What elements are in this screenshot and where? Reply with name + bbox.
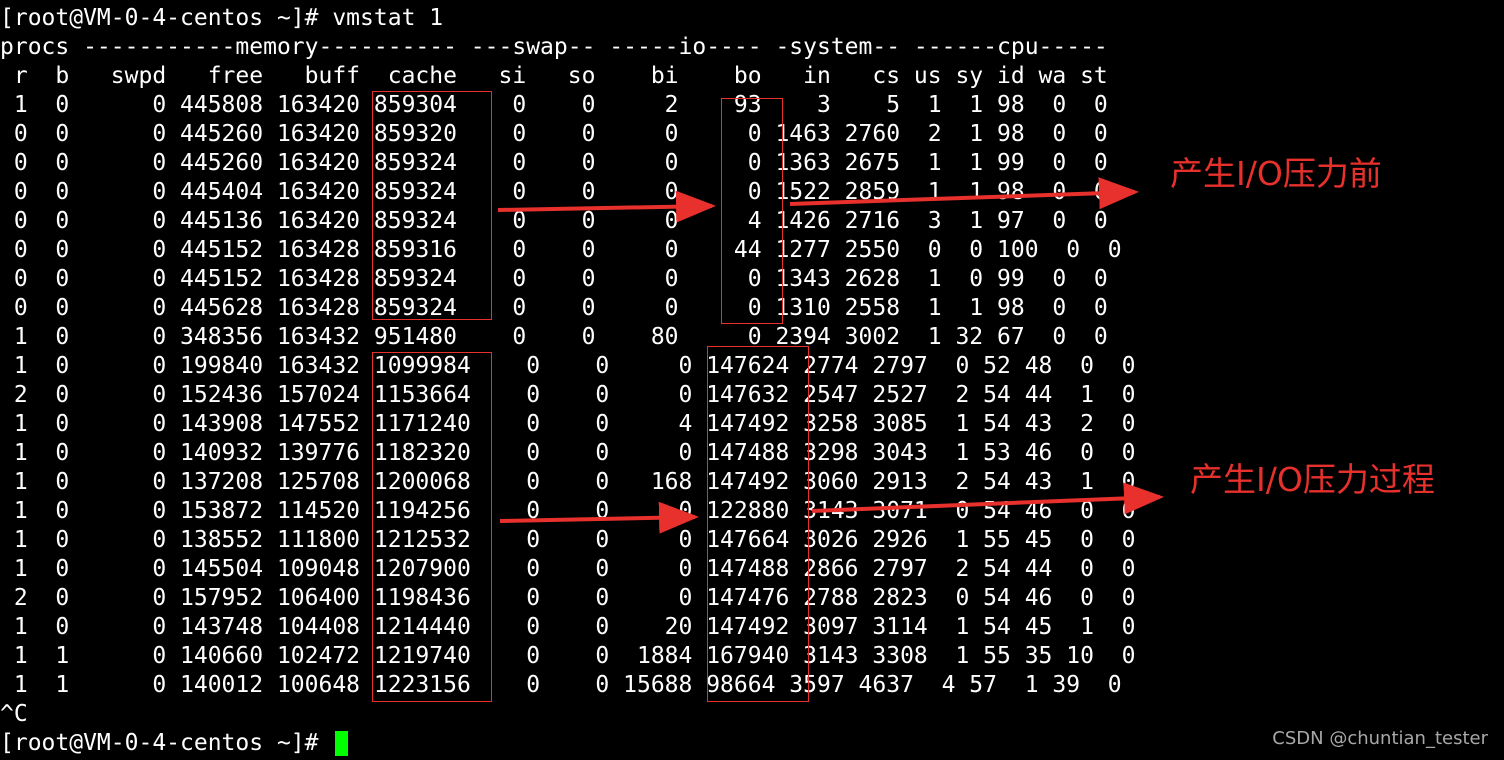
- vmstat-row: 0 0 0 445260 163420 859324 0 0 0 0 1363 …: [0, 150, 1108, 176]
- header-columns: r b swpd free buff cache si so bi bo in …: [0, 63, 1108, 89]
- vmstat-row: 1 1 0 140012 100648 1223156 0 0 15688 98…: [0, 672, 1122, 698]
- vmstat-row: 0 0 0 445260 163420 859320 0 0 0 0 1463 …: [0, 121, 1108, 147]
- vmstat-row: 2 0 0 157952 106400 1198436 0 0 0 147476…: [0, 585, 1136, 611]
- vmstat-row: 0 0 0 445152 163428 859324 0 0 0 0 1343 …: [0, 266, 1108, 292]
- watermark: CSDN @chuntian_tester: [1272, 728, 1488, 749]
- during-io-pressure-label: 产生I/O压力过程: [1190, 460, 1435, 499]
- vmstat-row: 2 0 0 152436 157024 1153664 0 0 0 147632…: [0, 382, 1136, 408]
- bo-during-highlight-box: [707, 346, 809, 702]
- vmstat-row: 1 0 0 143908 147552 1171240 0 0 4 147492…: [0, 411, 1136, 437]
- vmstat-row: 1 0 0 140932 139776 1182320 0 0 0 147488…: [0, 440, 1136, 466]
- prompt-line: [root@VM-0-4-centos ~]# vmstat 1: [0, 5, 444, 31]
- bo-before-highlight-box: [721, 98, 783, 324]
- cache-during-highlight-box: [372, 352, 492, 702]
- vmstat-row: 0 0 0 445404 163420 859324 0 0 0 0 1522 …: [0, 179, 1108, 205]
- vmstat-row: 1 0 0 143748 104408 1214440 0 0 20 14749…: [0, 614, 1136, 640]
- vmstat-row: 1 0 0 199840 163432 1099984 0 0 0 147624…: [0, 353, 1136, 379]
- vmstat-row: 0 0 0 445152 163428 859316 0 0 0 44 1277…: [0, 237, 1122, 263]
- interrupt-line: ^C: [0, 701, 28, 727]
- header-groups: procs -----------memory---------- ---swa…: [0, 34, 1108, 60]
- final-prompt: [root@VM-0-4-centos ~]#: [0, 730, 333, 756]
- terminal-cursor: [335, 731, 348, 756]
- before-io-pressure-label: 产生I/O压力前: [1170, 154, 1382, 193]
- vmstat-row: 1 1 0 140660 102472 1219740 0 0 1884 167…: [0, 643, 1136, 669]
- terminal-window[interactable]: [root@VM-0-4-centos ~]# vmstat 1 procs -…: [0, 0, 1504, 760]
- vmstat-row: 1 0 0 137208 125708 1200068 0 0 168 1474…: [0, 469, 1136, 495]
- vmstat-row: 0 0 0 445628 163428 859324 0 0 0 0 1310 …: [0, 295, 1108, 321]
- vmstat-row: 1 0 0 153872 114520 1194256 0 0 0 122880…: [0, 498, 1136, 524]
- vmstat-row: 1 0 0 348356 163432 951480 0 0 80 0 2394…: [0, 324, 1108, 350]
- vmstat-row: 1 0 0 145504 109048 1207900 0 0 0 147488…: [0, 556, 1136, 582]
- vmstat-row: 0 0 0 445136 163420 859324 0 0 0 4 1426 …: [0, 208, 1108, 234]
- cache-before-highlight-box: [372, 91, 492, 320]
- vmstat-row: 1 0 0 445808 163420 859304 0 0 2 93 3 5 …: [0, 92, 1108, 118]
- vmstat-row: 1 0 0 138552 111800 1212532 0 0 0 147664…: [0, 527, 1136, 553]
